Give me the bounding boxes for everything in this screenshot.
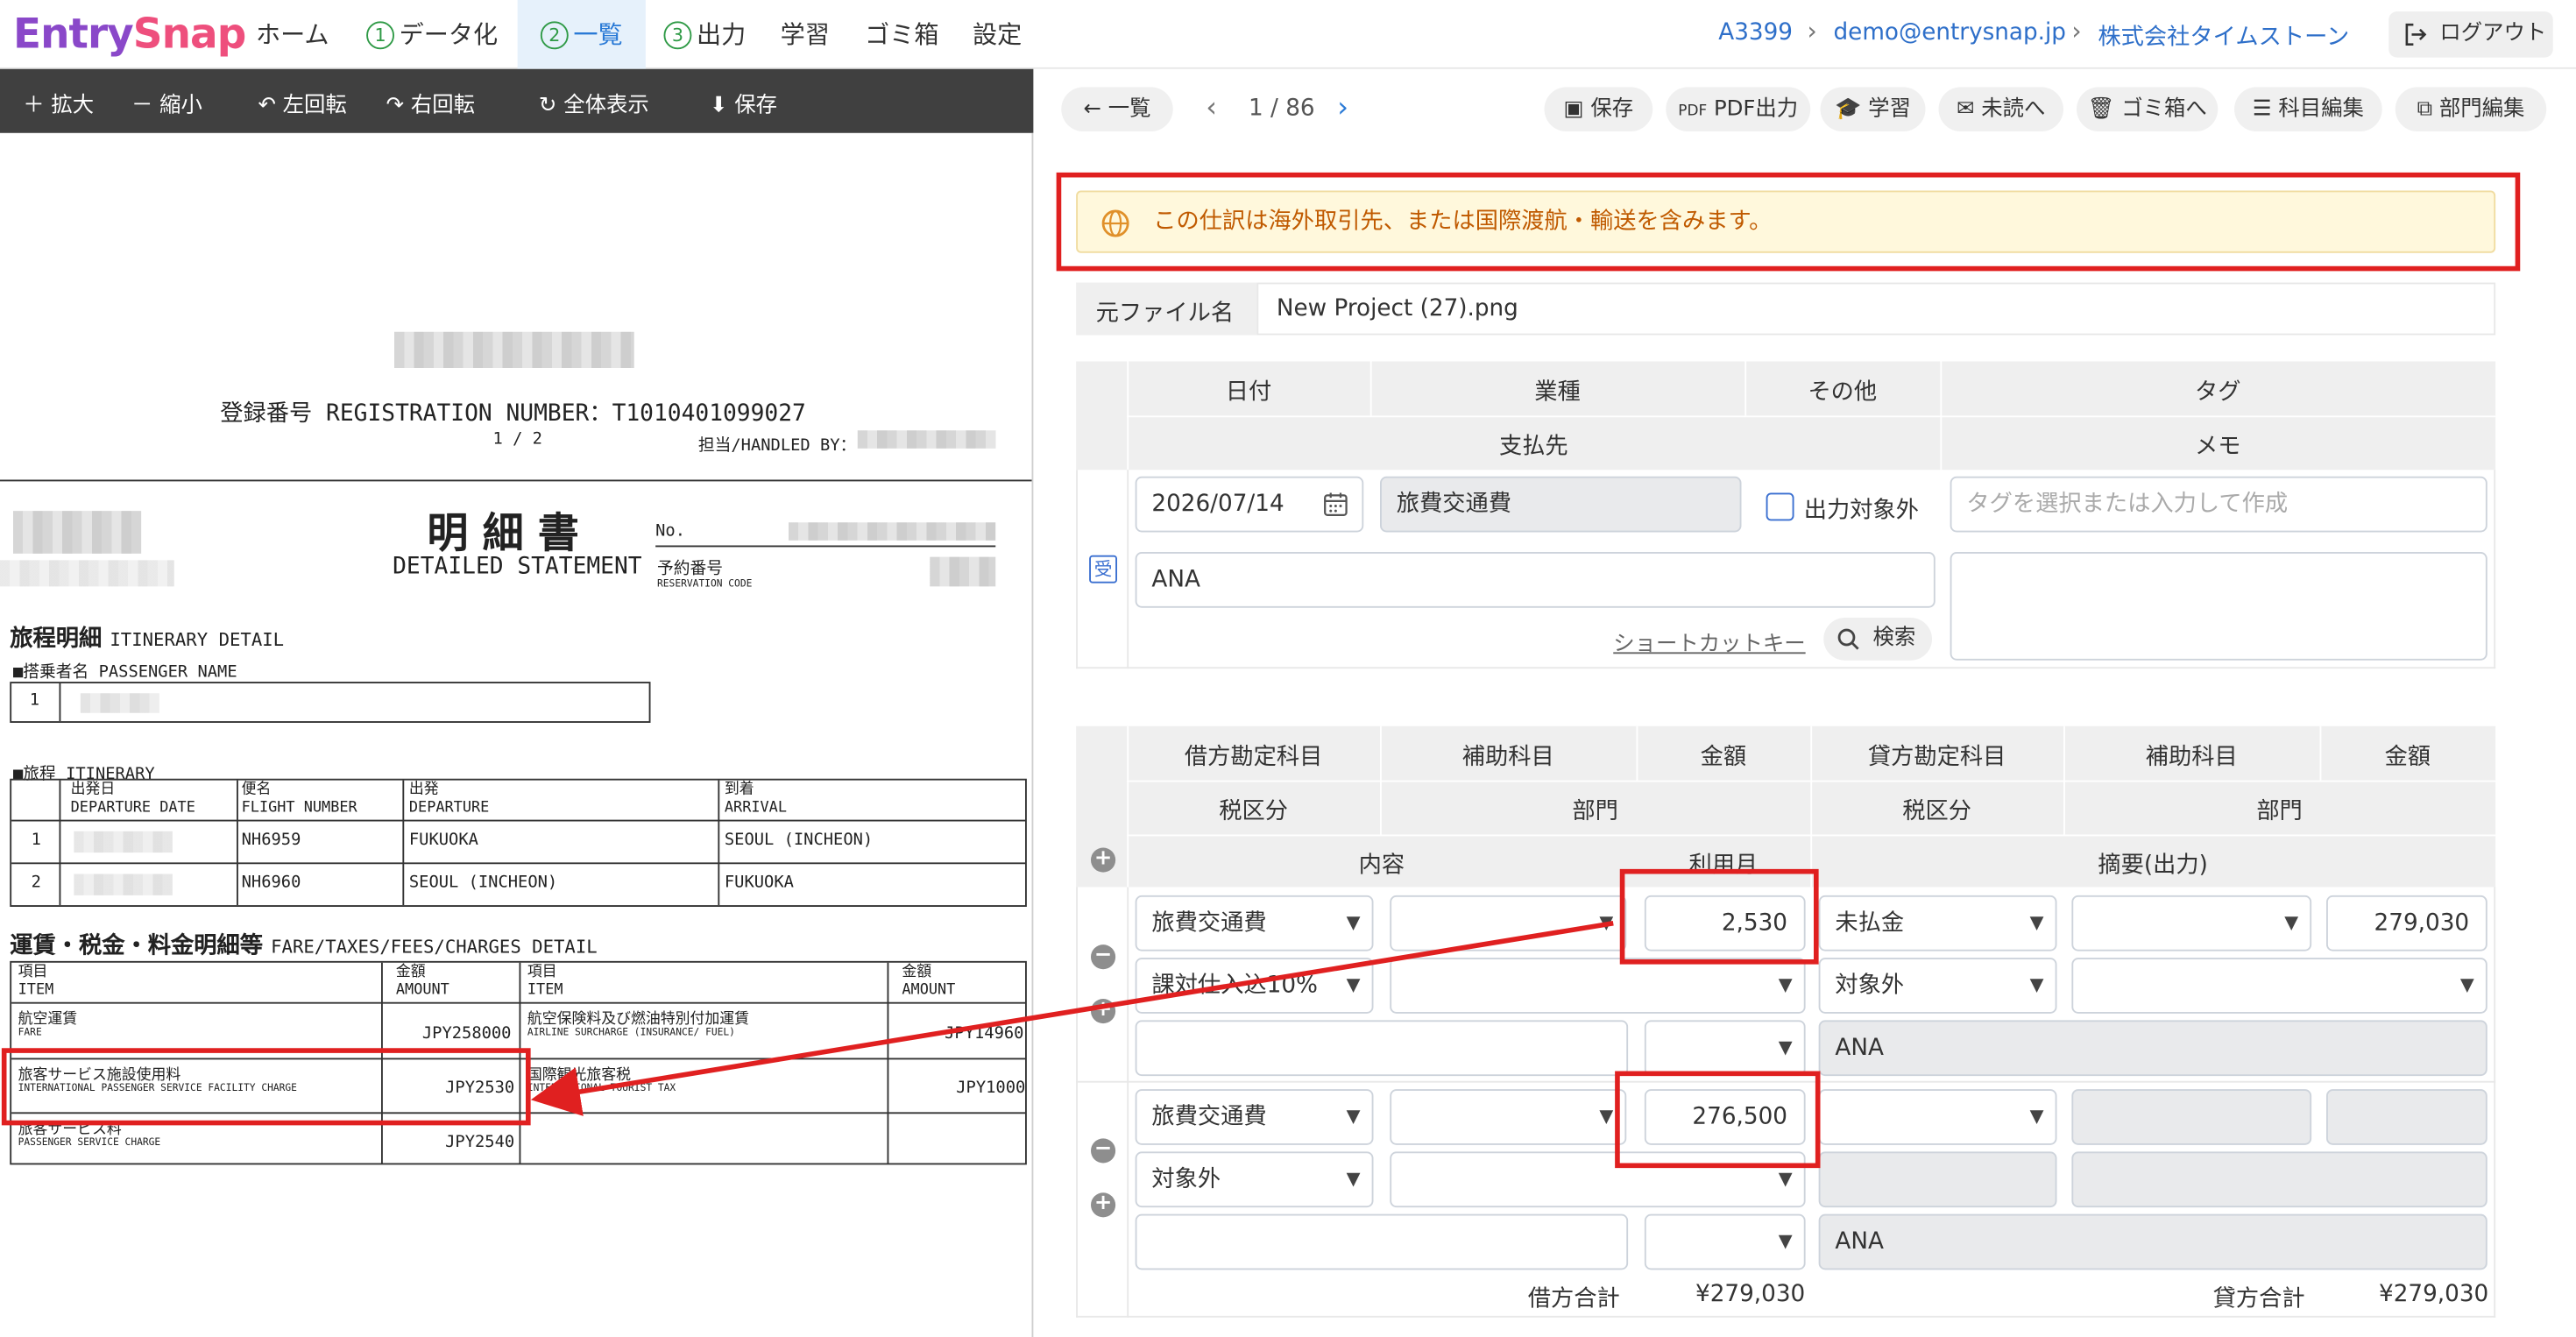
annotation-arrow xyxy=(530,920,1614,1116)
